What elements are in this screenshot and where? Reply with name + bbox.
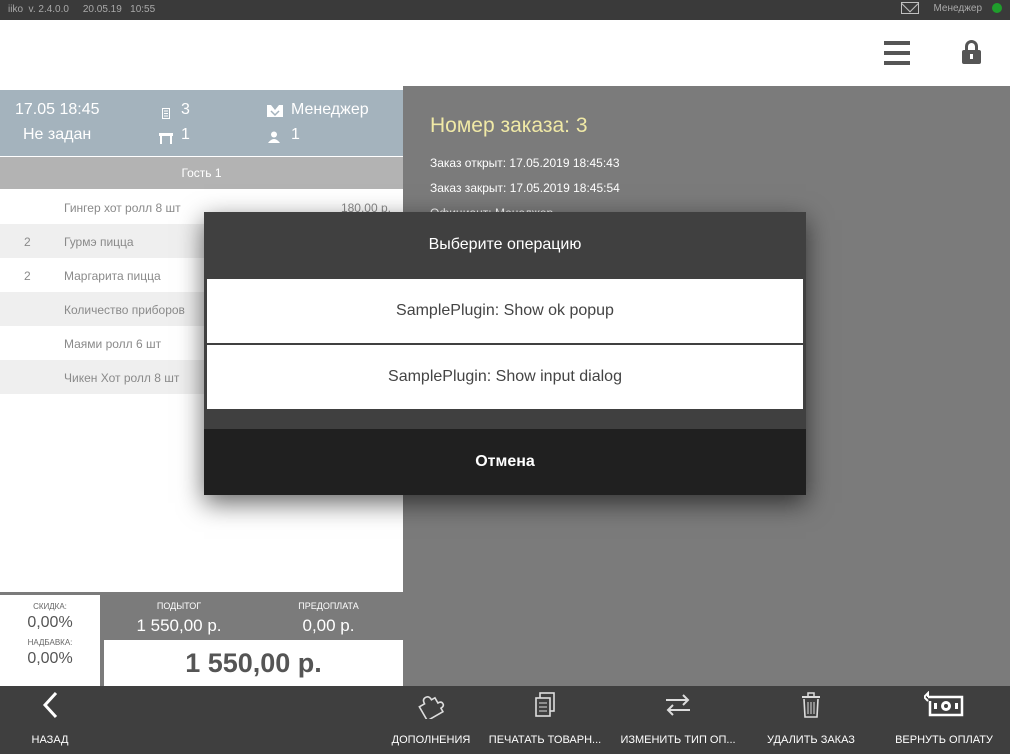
cancel-button[interactable]: Отмена	[204, 429, 806, 495]
option-show-input-dialog[interactable]: SamplePlugin: Show input dialog	[207, 345, 803, 409]
dialog-title: Выберите операцию	[428, 236, 582, 253]
option-show-ok-popup[interactable]: SamplePlugin: Show ok popup	[207, 279, 803, 343]
modal-overlay: Выберите операцию SamplePlugin: Show ok …	[0, 0, 1010, 754]
operation-dialog: Выберите операцию SamplePlugin: Show ok …	[204, 212, 806, 495]
